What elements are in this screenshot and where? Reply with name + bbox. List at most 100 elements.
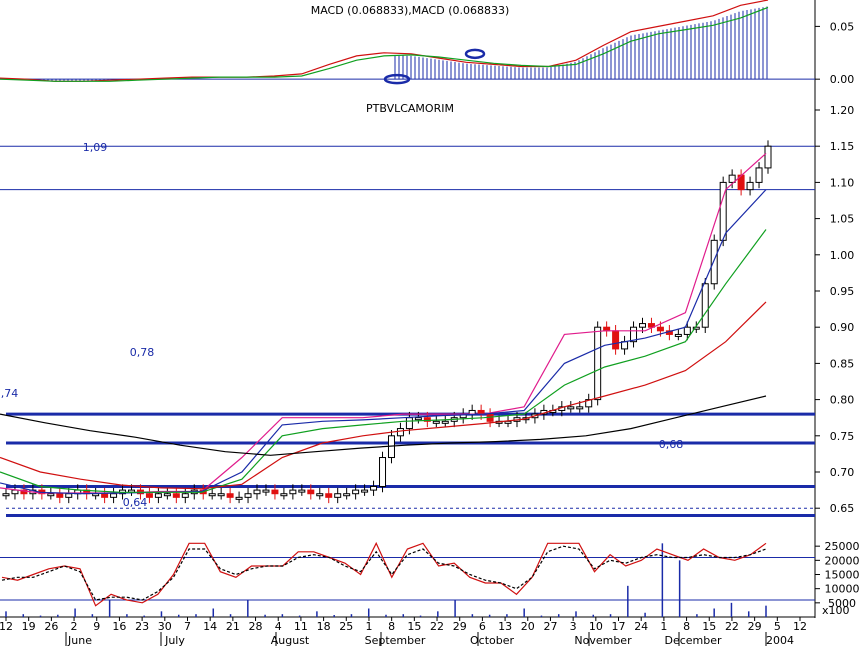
candle-body [316, 493, 324, 497]
candle-body [181, 493, 189, 498]
candle-body [674, 333, 682, 337]
candle-body [379, 457, 387, 487]
volume-oscillator-line [1, 545, 767, 601]
candle-body [226, 493, 234, 498]
candle-body [298, 489, 306, 493]
volume-panel [0, 541, 815, 617]
price-y-tick-label: 1.20 [830, 104, 855, 117]
candle-body [746, 181, 754, 191]
x-tick-label: 3 [570, 620, 577, 633]
price-y-tick-label: 1.10 [830, 176, 855, 189]
macd-line [0, 6, 769, 82]
x-tick-label: 5 [774, 620, 781, 633]
candle-body [253, 489, 261, 495]
candle-body [334, 493, 342, 498]
candle-body [262, 489, 270, 493]
x-tick-label: 18 [317, 620, 331, 633]
x-tick-label: 22 [725, 620, 739, 633]
candle-body [163, 493, 171, 497]
macd-title: MACD (0.068833),MACD (0.068833) [311, 4, 510, 17]
candle-body [208, 493, 216, 497]
candle-body [405, 417, 413, 430]
macd-y-tick-label: 0.00 [830, 73, 855, 86]
candle-body [47, 493, 55, 497]
candle-body [65, 493, 73, 498]
month-label: 2004 [766, 634, 794, 646]
x-tick-label: 4 [275, 620, 282, 633]
candle-body [414, 417, 422, 421]
x-tick-label: 15 [702, 620, 716, 633]
candle-body [656, 326, 664, 332]
candle-body [217, 493, 225, 497]
x-tick-label: 1 [660, 620, 667, 633]
x-tick-label: 20 [521, 620, 535, 633]
x-tick-label: 25 [339, 620, 353, 633]
price-y-tick-label: 0.80 [830, 394, 855, 407]
candle-body [638, 323, 646, 328]
x-tick-label: 19 [22, 620, 36, 633]
candle-body [396, 428, 404, 437]
price-title: PTBVLCAMORIM [366, 102, 454, 115]
month-label: December [664, 634, 722, 646]
month-label: October [470, 634, 514, 646]
candle-body [110, 493, 118, 498]
x-tick-label: 30 [158, 620, 172, 633]
level-label: 0,68 [659, 438, 684, 451]
x-tick-label: 2 [71, 620, 78, 633]
candle-body [235, 496, 243, 500]
x-tick-label: 14 [203, 620, 217, 633]
price-y-tick-label: 0.90 [830, 321, 855, 334]
level-label: 1,09 [83, 141, 108, 154]
price-y-tick-label: 0.85 [830, 357, 855, 370]
candle-body [621, 341, 629, 350]
price-panel: 1,09 0,78 0,74 0,68 0,64 [0, 140, 815, 517]
x-tick-label: 12 [0, 620, 13, 633]
candle-body [683, 326, 691, 335]
candle-body [432, 420, 440, 424]
price-y-tick-label: 0.95 [830, 285, 855, 298]
macd-y-tick-label: 0.05 [830, 20, 855, 33]
x-tick-label: 10 [589, 620, 603, 633]
x-tick-label: 1 [365, 620, 372, 633]
candle-body [612, 330, 620, 350]
candle-body [343, 493, 351, 497]
x-tick-label: 15 [407, 620, 421, 633]
candle-body [567, 406, 575, 410]
level-label: 0,64 [123, 496, 148, 509]
candle-body [441, 420, 449, 424]
candle-body [755, 167, 763, 183]
volume-y-tick-label: 15000 [825, 569, 860, 582]
candle-body [2, 493, 10, 497]
month-label: November [574, 634, 632, 646]
candle-body [56, 493, 64, 498]
volume-y-tick-label: 10000 [825, 583, 860, 596]
macd-signal-marker [464, 48, 486, 60]
level-label: 0,74 [0, 387, 18, 400]
candle-body [280, 493, 288, 497]
volume-y-tick-label: 25000 [825, 540, 860, 553]
x-tick-label: 9 [93, 620, 100, 633]
candle-body [289, 489, 297, 495]
x-tick-label: 7 [184, 620, 191, 633]
stock-chart: 1,090,780,740,680,64 1219262916233071421… [0, 0, 860, 646]
x-tick-label: 26 [44, 620, 58, 633]
candle-body [710, 239, 718, 285]
x-tick-label: 23 [135, 620, 149, 633]
x-tick-label: 29 [453, 620, 467, 633]
candle-body [101, 493, 109, 498]
candle-body [701, 283, 709, 328]
moving-average-line [0, 395, 767, 456]
price-y-tick-label: 0.70 [830, 466, 855, 479]
volume-unit-label: x100 [822, 604, 850, 617]
candle-body [154, 493, 162, 498]
x-tick-label: 6 [479, 620, 486, 633]
price-y-tick-label: 0.75 [830, 430, 855, 443]
volume-y-tick-label: 20000 [825, 554, 860, 567]
x-tick-label: 29 [748, 620, 762, 633]
x-tick-label: 8 [683, 620, 690, 633]
x-tick-label: 21 [226, 620, 240, 633]
candle-body [370, 485, 378, 491]
month-label: September [365, 634, 426, 646]
x-tick-label: 27 [543, 620, 557, 633]
price-y-tick-label: 1.00 [830, 249, 855, 262]
